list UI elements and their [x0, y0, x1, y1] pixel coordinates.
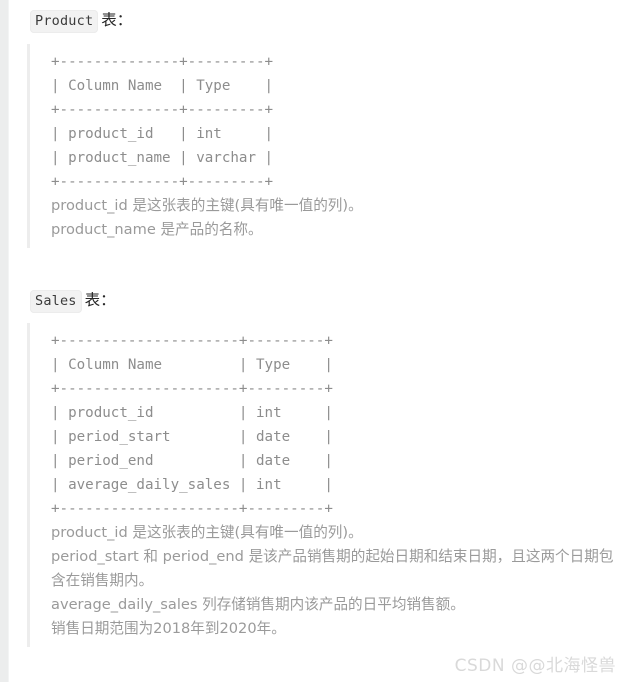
product-description-2: product_name 是产品的名称。 — [51, 220, 263, 238]
product-table-heading: Product 表： — [9, 10, 624, 33]
document-content: Product 表： +--------------+---------+ | C… — [9, 0, 624, 682]
product-description-1: product_id 是这张表的主键(具有唯一值的列)。 — [51, 196, 363, 214]
product-code-badge: Product — [30, 10, 99, 33]
sales-description-3: average_daily_sales 列存储销售期内该产品的日平均销售额。 — [51, 596, 465, 613]
product-ascii-table: +--------------+---------+ | Column Name… — [51, 53, 274, 190]
product-quote-block: +--------------+---------+ | Column Name… — [27, 43, 624, 248]
sales-heading-suffix: 表： — [84, 290, 116, 309]
section-product: Product 表： +--------------+---------+ | C… — [9, 0, 624, 248]
csdn-watermark: CSDN @@北海怪兽 — [454, 656, 616, 676]
page-left-edge-strip — [0, 0, 9, 682]
product-heading-suffix: 表： — [101, 11, 133, 29]
sales-quote-block: +---------------------+---------+ | Colu… — [27, 323, 624, 647]
sales-description-1: product_id 是这张表的主键(具有唯一值的列)。 — [51, 524, 363, 541]
sales-table-heading: Sales 表： — [9, 289, 624, 313]
section-sales: Sales 表： +---------------------+---------… — [9, 248, 624, 647]
sales-ascii-table: +---------------------+---------+ | Colu… — [51, 333, 333, 517]
sales-code-badge: Sales — [30, 289, 82, 313]
sales-description-2: period_start 和 period_end 是该产品销售期的起始日期和结… — [51, 548, 614, 589]
sales-description-4: 销售日期范围为2018年到2020年。 — [51, 620, 286, 637]
